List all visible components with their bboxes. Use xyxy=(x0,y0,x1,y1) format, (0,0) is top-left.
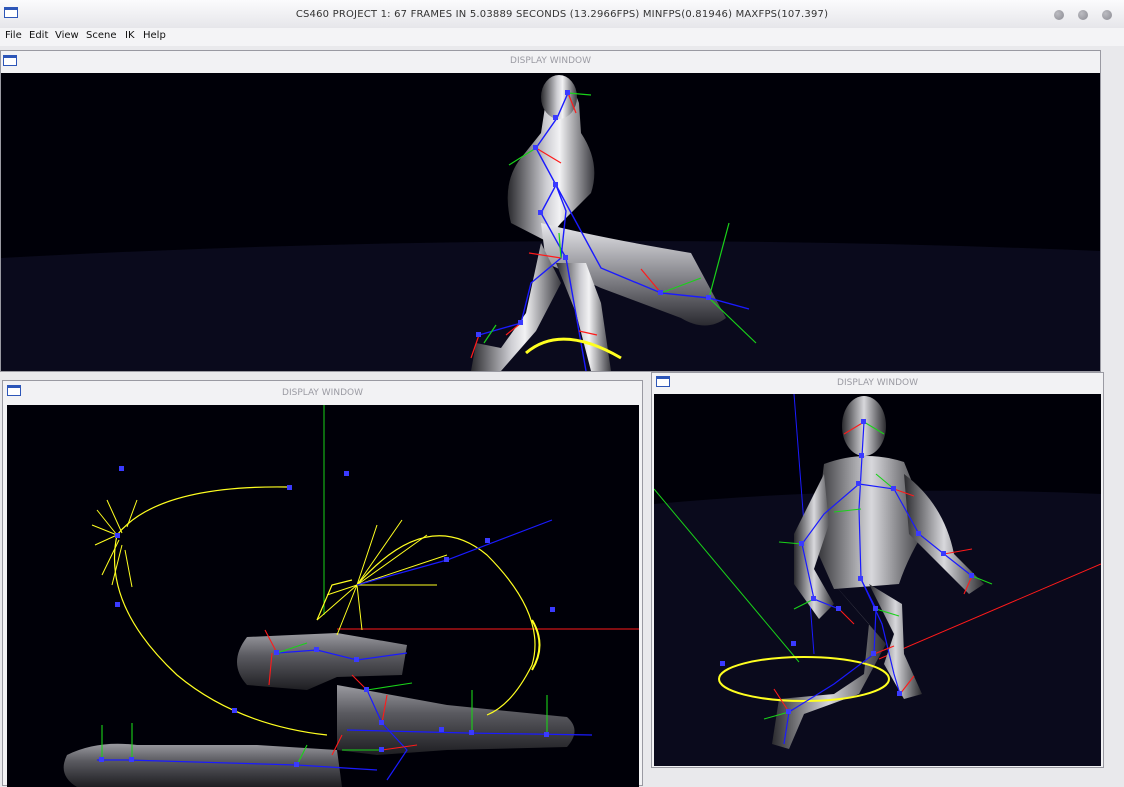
arm-mesh xyxy=(337,685,575,755)
viewport-3d-top[interactable] xyxy=(1,73,1100,371)
scene-render-bottom-right xyxy=(654,394,1101,766)
minimize-icon[interactable] xyxy=(1054,10,1064,20)
scene-render-bottom-left xyxy=(63,405,639,787)
display-window-bottom-right[interactable]: DISPLAY WINDOW xyxy=(651,372,1104,768)
window-title: CS460 PROJECT 1: 67 FRAMES IN 5.03889 SE… xyxy=(295,9,829,20)
menu-file[interactable]: File xyxy=(5,30,22,41)
menu-edit[interactable]: Edit xyxy=(29,30,48,41)
viewport-3d-bottom-right[interactable] xyxy=(654,394,1101,766)
menu-scene[interactable]: Scene xyxy=(86,30,117,41)
maximize-icon[interactable] xyxy=(1078,10,1088,20)
motion-trail xyxy=(356,535,536,716)
scene-render-top xyxy=(1,75,1100,371)
menu-view[interactable]: View xyxy=(55,30,79,41)
close-icon[interactable] xyxy=(1102,10,1112,20)
display-window-top[interactable]: DISPLAY WINDOW xyxy=(0,50,1101,372)
motion-trail xyxy=(113,486,328,736)
menu-help[interactable]: Help xyxy=(143,30,166,41)
display-window-title: DISPLAY WINDOW xyxy=(510,56,591,66)
display-window-bottom-left[interactable]: DISPLAY WINDOW xyxy=(2,380,643,787)
menu-bar: File Edit View Scene IK Help xyxy=(0,28,1124,46)
trail-fan xyxy=(91,499,138,588)
motion-trail xyxy=(316,579,353,621)
upper-body-mesh xyxy=(237,633,407,690)
display-window-title: DISPLAY WINDOW xyxy=(282,388,363,398)
display-window-title: DISPLAY WINDOW xyxy=(837,378,918,388)
main-title-bar: CS460 PROJECT 1: 67 FRAMES IN 5.03889 SE… xyxy=(0,0,1124,29)
viewport-3d-bottom-left[interactable] xyxy=(7,405,639,787)
menu-ik[interactable]: IK xyxy=(125,30,135,41)
